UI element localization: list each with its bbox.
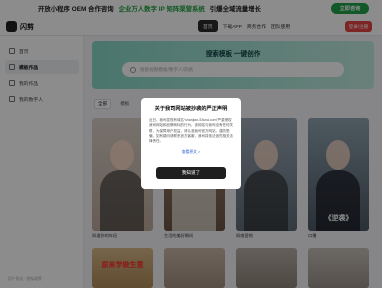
app-root: 开放小程序 OEM 合作咨询 企业万人数字 IP 矩阵渠营系统 引爆全域流量增长…	[0, 0, 382, 288]
modal-confirm-button[interactable]: 我知道了	[156, 167, 226, 179]
modal-title: 关于我司网站被抄袭的严正声明	[154, 106, 228, 112]
modal-view-original-link[interactable]: 查看原文 >	[149, 150, 233, 155]
announcement-modal: 关于我司网站被抄袭的严正声明 近日，我司发现有域名“shanjian-53sna…	[141, 98, 241, 189]
modal-body: 近日，我司发现有域名“shanjian-53sna.com”严重侵权我司网站和品…	[149, 118, 233, 144]
